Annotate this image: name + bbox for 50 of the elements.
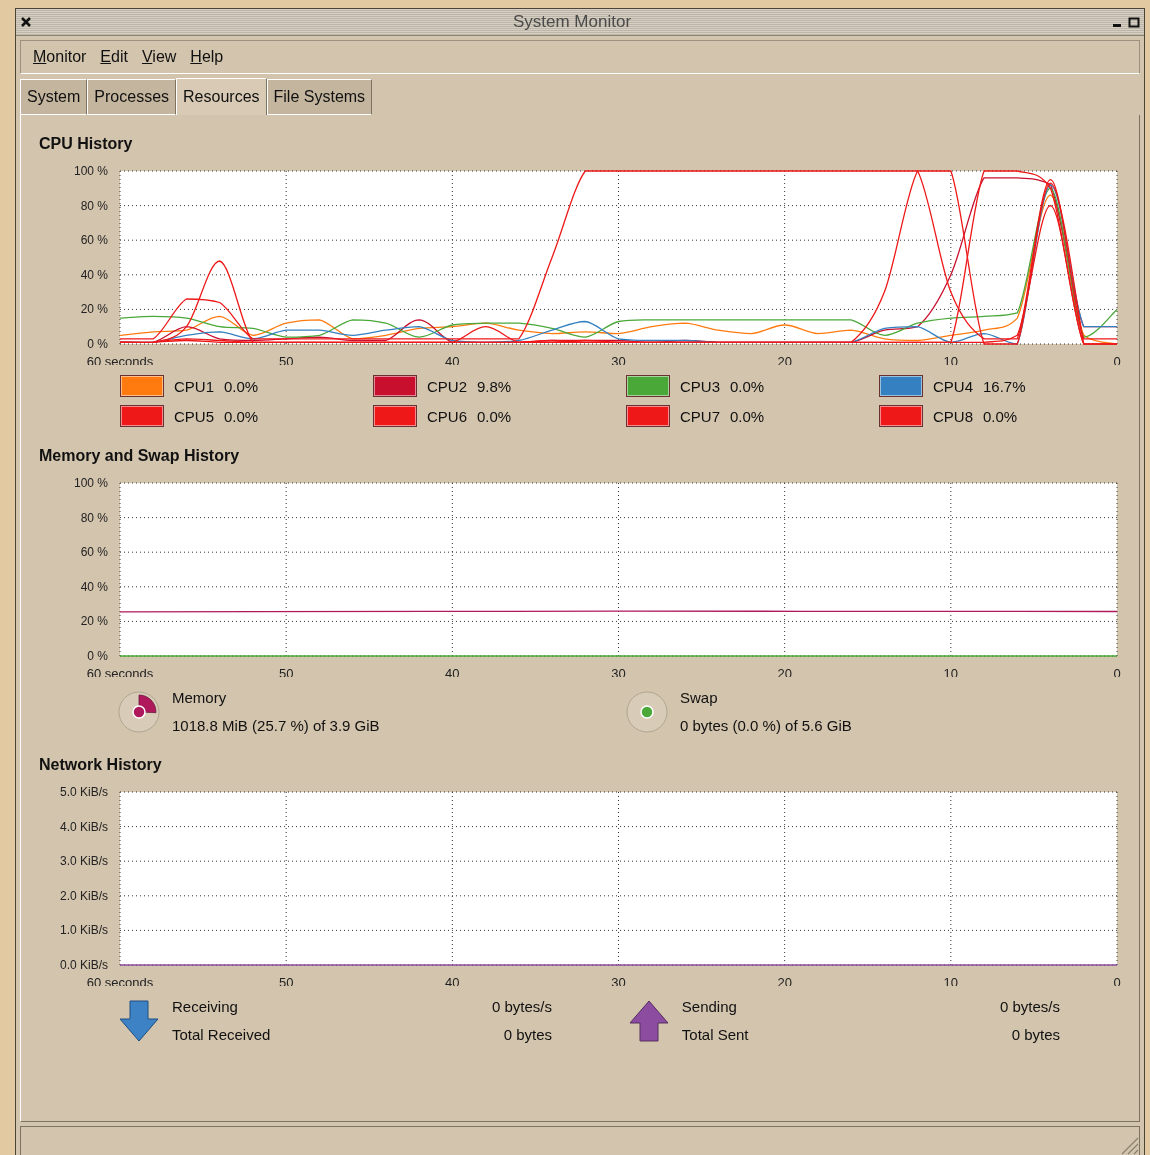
section-title: Memory and Swap History [39, 447, 241, 466]
meter-reading: 0 bytes (0.0 %) of 5.6 GiB [680, 717, 852, 734]
axis-label: 0 % [87, 337, 108, 351]
legend-reading: 0.0% [983, 407, 1018, 425]
legend-label: CPU4 [933, 377, 973, 395]
legend-label: CPU3 [680, 377, 720, 395]
legend-label: CPU8 [933, 407, 973, 425]
stat-label: Receiving [172, 998, 239, 1015]
section-title: CPU History [39, 135, 134, 154]
axis-label: 0 % [87, 649, 108, 663]
legend-reading: 0.0% [224, 407, 259, 425]
axis-label: 2.0 KiB/s [59, 888, 108, 903]
axis-label: 60 % [80, 545, 108, 560]
axis-label: 3.0 KiB/s [59, 854, 108, 869]
axis-label: 20 % [80, 302, 108, 317]
axis-label: 100 % [73, 476, 108, 490]
axis-label: 60 % [80, 233, 108, 248]
legend-label: CPU6 [427, 407, 467, 425]
legend-reading: 9.8% [477, 377, 512, 395]
legend-label: CPU5 [174, 407, 214, 425]
meter-reading: 1018.8 MiB (25.7 %) of 3.9 GiB [172, 717, 380, 734]
stat-value: 0 bytes [502, 1026, 552, 1043]
stat-label: Sending [681, 998, 738, 1015]
meter-label: Memory [172, 689, 228, 706]
window-title: System Monitor [511, 12, 633, 32]
axis-label: 40 % [80, 267, 108, 282]
axis-label: 1.0 KiB/s [59, 923, 108, 938]
legend-reading: 16.7% [983, 377, 1026, 395]
stat-label: Total Received [172, 1026, 272, 1043]
stat-value: 0 bytes/s [999, 998, 1060, 1015]
axis-label: 100 % [73, 164, 108, 178]
stat-label: Total Sent [681, 1026, 750, 1043]
legend-label: CPU2 [427, 377, 467, 395]
axis-label: 40 % [80, 579, 108, 594]
stat-value: 0 bytes [1010, 1026, 1060, 1043]
axis-label: 80 % [80, 510, 108, 525]
axis-label: 20 % [80, 614, 108, 629]
legend-label: CPU1 [174, 377, 214, 395]
axis-label: 80 % [80, 198, 108, 213]
legend-reading: 0.0% [477, 407, 512, 425]
legend-reading: 0.0% [224, 377, 259, 395]
axis-label: 5.0 KiB/s [59, 785, 108, 799]
meter-label: Swap [680, 689, 719, 706]
legend-label: CPU7 [680, 407, 720, 425]
section-title: Network History [39, 756, 163, 775]
stat-value: 0 bytes/s [491, 998, 552, 1015]
legend-reading: 0.0% [730, 377, 765, 395]
legend-reading: 0.0% [730, 407, 765, 425]
axis-label: 4.0 KiB/s [59, 819, 108, 834]
axis-label: 0.0 KiB/s [59, 958, 108, 972]
